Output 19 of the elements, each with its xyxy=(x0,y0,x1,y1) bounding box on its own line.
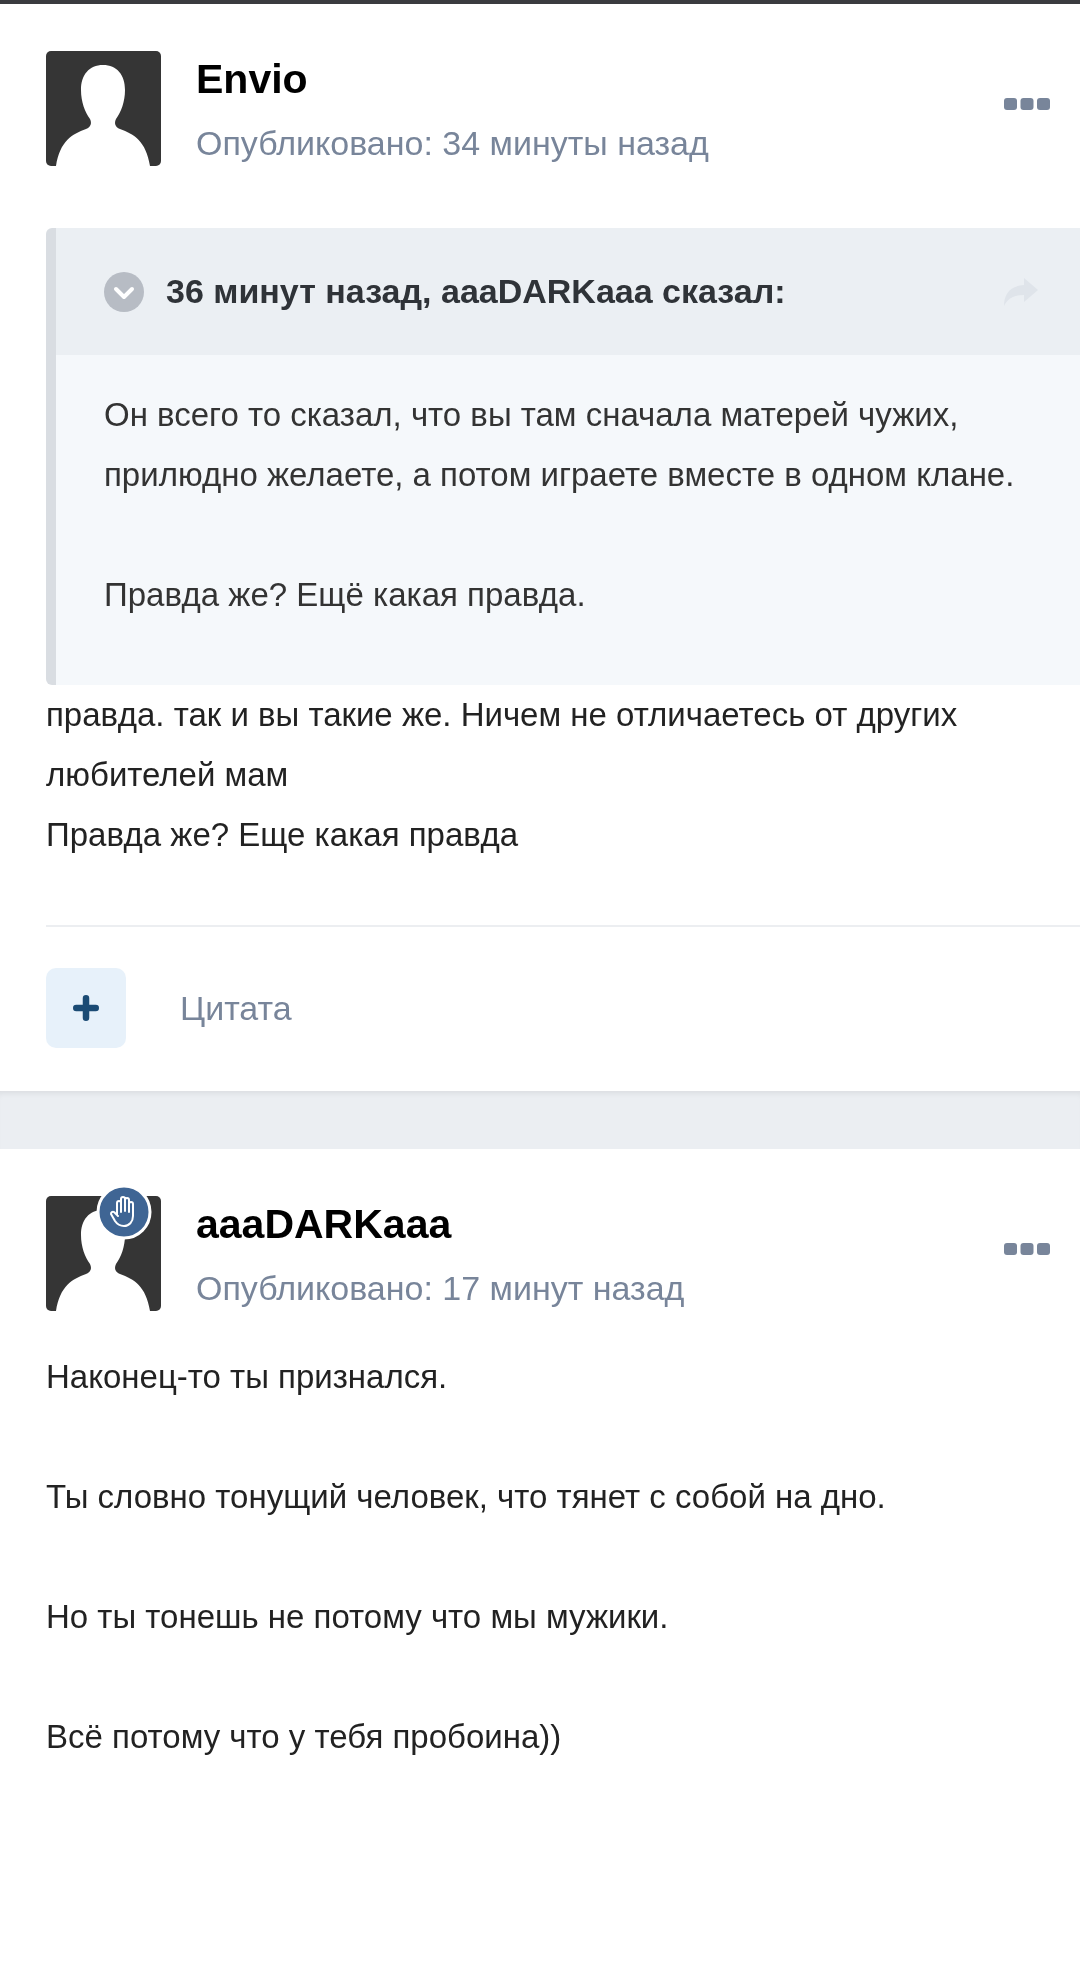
post-date: Опубликовано: 17 минут назад xyxy=(196,1267,686,1308)
author-name[interactable]: Envio xyxy=(196,54,1004,103)
post-paragraph: Ты словно тонущий человек, что тянет с собой на дно. xyxy=(46,1477,887,1517)
collapse-chevron-icon[interactable] xyxy=(104,271,144,312)
quote-paragraph: Он всего то сказал, что вы там сначала матерей чужих, прилюдно желаете, а потом играете вместе в одном клане. xyxy=(104,395,1016,495)
multiquote-button[interactable] xyxy=(46,968,126,1048)
quote-paragraph: Правда же? Ещё какая правда. xyxy=(104,575,587,615)
quote-header: 36 минут назад, aaaDARKaaa сказал: xyxy=(166,272,787,311)
post-paragraph: Всё потому что у тебя пробоина)) xyxy=(46,1717,563,1757)
post-paragraph: Наконец-то ты признался. xyxy=(46,1357,449,1397)
post-date: Опубликовано: 34 минуты назад xyxy=(196,122,710,163)
quote-link[interactable]: Цитата xyxy=(180,988,292,1028)
post-paragraph: Но ты тонешь не потому что мы мужики. xyxy=(46,1597,670,1637)
author-name[interactable]: aaaDARKaaa xyxy=(196,1199,1004,1248)
plus-icon xyxy=(73,995,99,1021)
post-paragraph: правда. так и вы такие же. Ничем не отличаетесь от других любителей мам Правда же? Еще какая правда xyxy=(46,695,959,855)
avatar-silhouette-icon[interactable] xyxy=(46,51,161,166)
more-options-icon[interactable] xyxy=(1004,1241,1050,1256)
more-options-icon[interactable] xyxy=(1004,96,1050,111)
